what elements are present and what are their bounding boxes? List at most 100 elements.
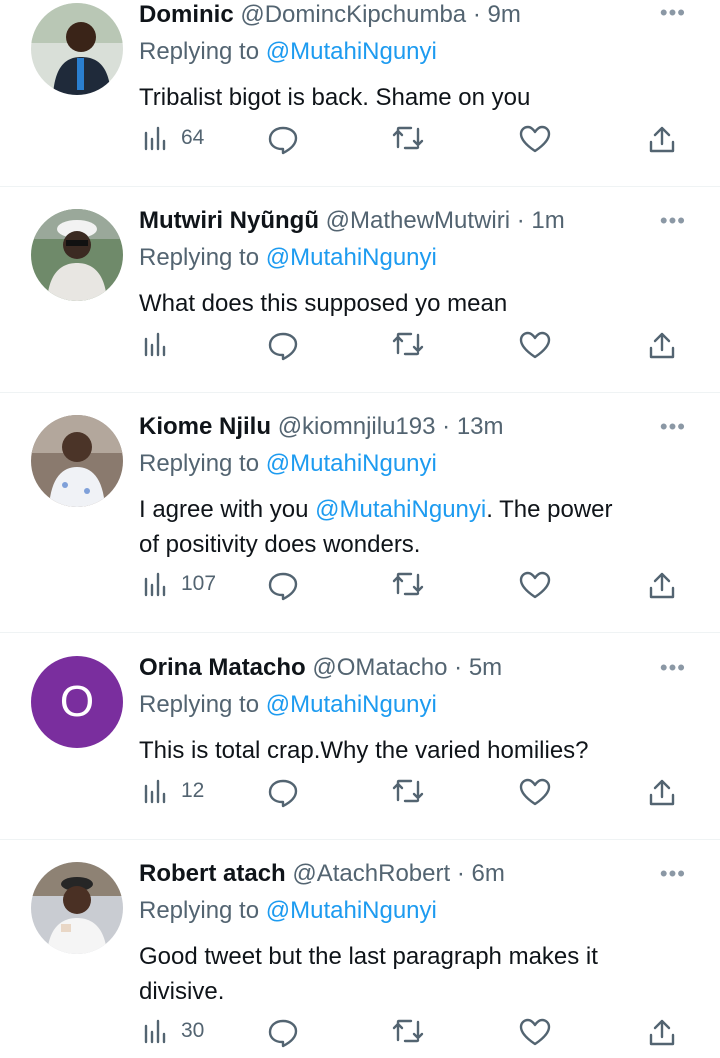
more-dots-icon[interactable]: ••• bbox=[660, 861, 686, 887]
action-bar: 107 bbox=[139, 571, 699, 611]
reply-button[interactable] bbox=[267, 571, 299, 601]
user-handle[interactable]: @MathewMutwiri bbox=[326, 207, 510, 234]
retweet-button[interactable] bbox=[391, 778, 425, 804]
share-button[interactable] bbox=[647, 571, 677, 601]
timestamp[interactable]: 13m bbox=[457, 413, 504, 440]
like-button[interactable] bbox=[519, 331, 551, 359]
like-button[interactable] bbox=[519, 571, 551, 599]
more-dots-icon[interactable]: ••• bbox=[660, 414, 686, 440]
reply-mention-link[interactable]: @MutahiNgunyi bbox=[266, 244, 437, 271]
heart-icon bbox=[519, 1018, 551, 1046]
action-bar bbox=[139, 331, 699, 371]
views-count: 107 bbox=[181, 572, 217, 595]
replying-prefix: Replying to bbox=[139, 450, 260, 477]
bar-chart-icon bbox=[144, 779, 166, 804]
speech-bubble-icon bbox=[268, 126, 298, 155]
tweet-text-line: I agree with you @MutahiNgunyi. The powe… bbox=[139, 492, 699, 527]
inline-mention-link[interactable]: @MutahiNgunyi bbox=[315, 496, 486, 523]
retweet-icon bbox=[392, 572, 424, 596]
divider bbox=[0, 632, 720, 633]
replying-to: Replying to @MutahiNgunyi bbox=[139, 37, 437, 67]
tweet-header: Robert atach @AtachRobert · 6m bbox=[139, 859, 505, 889]
more-dots-icon[interactable]: ••• bbox=[660, 0, 686, 26]
avatar-initial: O bbox=[59, 677, 95, 726]
tweet-text-line: divisive. bbox=[139, 978, 225, 1005]
more-dots-icon[interactable]: ••• bbox=[660, 655, 686, 681]
views-button[interactable]: 107 bbox=[143, 571, 216, 597]
more-dots-icon[interactable]: ••• bbox=[660, 208, 686, 234]
reply-button[interactable] bbox=[267, 1018, 299, 1048]
avatar[interactable] bbox=[31, 3, 123, 95]
share-upload-icon bbox=[649, 332, 675, 359]
timestamp[interactable]: 1m bbox=[531, 207, 564, 234]
tweet-text-line: Good tweet but the last paragraph makes … bbox=[139, 943, 598, 970]
share-button[interactable] bbox=[647, 1018, 677, 1048]
tweet-text: I agree with you @MutahiNgunyi. The powe… bbox=[139, 492, 699, 562]
replying-to: Replying to @MutahiNgunyi bbox=[139, 449, 437, 479]
retweet-icon bbox=[392, 1019, 424, 1043]
divider bbox=[0, 392, 720, 393]
reply-mention-link[interactable]: @MutahiNgunyi bbox=[266, 897, 437, 924]
reply-mention-link[interactable]: @MutahiNgunyi bbox=[266, 450, 437, 477]
share-button[interactable] bbox=[647, 778, 677, 808]
share-button[interactable] bbox=[647, 125, 677, 155]
tweet-text: Tribalist bigot is back. Shame on you bbox=[139, 80, 699, 115]
reply-mention-link[interactable]: @MutahiNgunyi bbox=[266, 38, 437, 65]
retweet-button[interactable] bbox=[391, 125, 425, 151]
display-name[interactable]: Kiome Njilu bbox=[139, 413, 271, 440]
retweet-icon bbox=[392, 779, 424, 803]
views-button[interactable]: 64 bbox=[143, 125, 204, 151]
tweet-header: Kiome Njilu @kiomnjilu193 · 13m bbox=[139, 412, 504, 442]
avatar[interactable]: O bbox=[31, 656, 123, 748]
timestamp[interactable]: 5m bbox=[469, 654, 502, 681]
replying-prefix: Replying to bbox=[139, 897, 260, 924]
tweet-text: What does this supposed yo mean bbox=[139, 286, 699, 321]
bar-chart-icon bbox=[144, 126, 166, 151]
display-name[interactable]: Robert atach bbox=[139, 860, 286, 887]
timestamp[interactable]: 6m bbox=[472, 860, 505, 887]
views-count: 12 bbox=[181, 779, 205, 802]
avatar[interactable] bbox=[31, 209, 123, 301]
heart-icon bbox=[519, 331, 551, 359]
retweet-button[interactable] bbox=[391, 571, 425, 597]
text-fragment: I agree with you bbox=[139, 496, 316, 523]
text-fragment: . The power bbox=[486, 496, 613, 523]
divider bbox=[0, 839, 720, 840]
speech-bubble-icon bbox=[268, 1019, 298, 1048]
separator-dot: · bbox=[454, 654, 463, 681]
display-name[interactable]: Dominic bbox=[139, 1, 234, 28]
user-handle[interactable]: @OMatacho bbox=[312, 654, 447, 681]
tweet-header: Dominic @DomincKipchumba · 9m bbox=[139, 0, 521, 30]
avatar[interactable] bbox=[31, 415, 123, 507]
share-upload-icon bbox=[649, 126, 675, 153]
action-bar: 30 bbox=[139, 1018, 699, 1058]
reply-button[interactable] bbox=[267, 778, 299, 808]
action-bar: 64 bbox=[139, 125, 699, 165]
like-button[interactable] bbox=[519, 778, 551, 806]
like-button[interactable] bbox=[519, 1018, 551, 1046]
separator-dot: · bbox=[516, 207, 525, 234]
user-handle[interactable]: @kiomnjilu193 bbox=[278, 413, 436, 440]
replying-to: Replying to @MutahiNgunyi bbox=[139, 243, 437, 273]
reply-mention-link[interactable]: @MutahiNgunyi bbox=[266, 691, 437, 718]
heart-icon bbox=[519, 778, 551, 806]
like-button[interactable] bbox=[519, 125, 551, 153]
display-name[interactable]: Mutwiri Nyũngũ bbox=[139, 207, 319, 234]
replying-to: Replying to @MutahiNgunyi bbox=[139, 896, 437, 926]
avatar[interactable] bbox=[31, 862, 123, 954]
views-button[interactable]: 30 bbox=[143, 1018, 204, 1044]
tweet-header: Mutwiri Nyũngũ @MathewMutwiri · 1m bbox=[139, 206, 565, 236]
timestamp[interactable]: 9m bbox=[488, 1, 521, 28]
user-handle[interactable]: @DomincKipchumba bbox=[240, 1, 466, 28]
views-button[interactable] bbox=[143, 331, 167, 357]
tweet-text-line: of positivity does wonders. bbox=[139, 531, 421, 558]
share-button[interactable] bbox=[647, 331, 677, 361]
user-handle[interactable]: @AtachRobert bbox=[292, 860, 450, 887]
retweet-button[interactable] bbox=[391, 1018, 425, 1044]
display-name[interactable]: Orina Matacho bbox=[139, 654, 306, 681]
views-button[interactable]: 12 bbox=[143, 778, 204, 804]
views-count: 64 bbox=[181, 126, 205, 149]
reply-button[interactable] bbox=[267, 331, 299, 361]
reply-button[interactable] bbox=[267, 125, 299, 155]
retweet-button[interactable] bbox=[391, 331, 425, 357]
